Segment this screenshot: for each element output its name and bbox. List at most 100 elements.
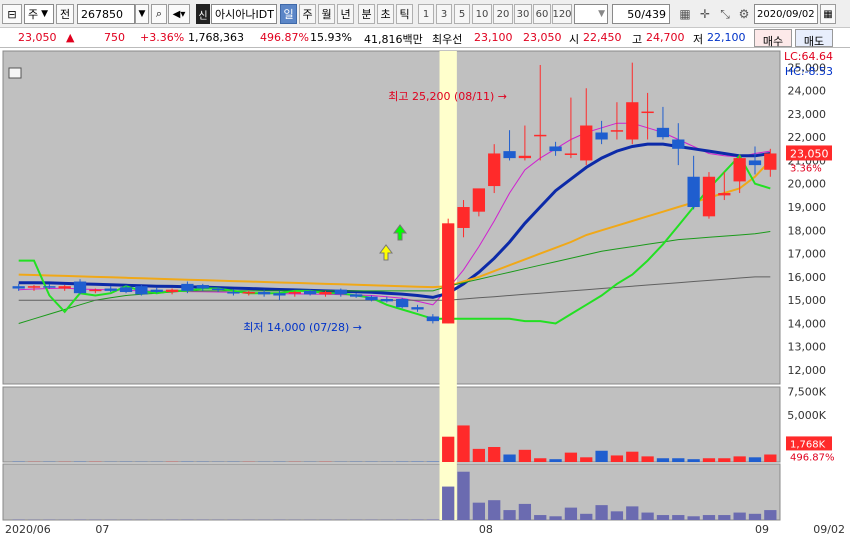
best-ask: 23,100 <box>474 31 513 44</box>
period-day[interactable]: 일 <box>280 4 297 24</box>
candle-body <box>227 292 239 294</box>
indicator-bar <box>734 513 746 520</box>
speaker-icon[interactable]: ◀▾ <box>168 4 190 24</box>
candle-body <box>381 299 393 301</box>
volume-bar <box>503 455 515 463</box>
candle-body <box>580 126 592 161</box>
indicator-bar <box>641 513 653 520</box>
candle-body <box>549 146 561 151</box>
panel-menu-icon <box>9 68 21 78</box>
indicator-bar <box>687 516 699 520</box>
volume-bar <box>687 459 699 462</box>
indicator-bar <box>442 487 454 520</box>
period-minute[interactable]: 분 <box>358 4 375 24</box>
y-axis-tick: 16,000 <box>788 271 827 284</box>
period-tick[interactable]: 틱 <box>396 4 413 24</box>
buy-button[interactable]: 매수 <box>754 29 792 47</box>
best-ask-label: 최우선 <box>432 31 462 47</box>
period-week[interactable]: 주 <box>299 4 316 24</box>
type-button[interactable]: 전 <box>56 4 74 24</box>
buy-label: 매수 <box>763 33 783 49</box>
interval-120[interactable]: 120 <box>552 4 572 24</box>
code-input[interactable]: 267850 <box>77 4 135 24</box>
interval-label: 120 <box>552 9 571 20</box>
interval-5[interactable]: 5 <box>454 4 470 24</box>
count-input[interactable]: 50/439 <box>612 4 670 24</box>
y-axis-tick: 17,000 <box>788 248 827 261</box>
volume-bar <box>626 452 638 462</box>
candle-body <box>503 151 515 158</box>
interval-10[interactable]: 10 <box>472 4 492 24</box>
candle-body <box>166 290 178 292</box>
date-value: 2020/09/02 <box>757 9 815 20</box>
indicator-bar <box>565 508 577 520</box>
stock-chart[interactable]: 25,00024,00023,00022,00021,00020,00019,0… <box>0 48 850 539</box>
period-month[interactable]: 월 <box>318 4 335 24</box>
interval-3[interactable]: 3 <box>436 4 452 24</box>
low-label: 저 <box>693 31 703 47</box>
volume-tick: 5,000K <box>787 409 826 422</box>
indicator-bar <box>626 506 638 520</box>
candle-body <box>89 290 101 292</box>
volume-bar <box>641 456 653 462</box>
y-axis-tick: 14,000 <box>788 317 827 330</box>
layout-icon[interactable]: ⊟ <box>2 4 22 24</box>
interval-label: 3 <box>441 9 447 20</box>
volume-tick: 7,500K <box>787 386 826 399</box>
candle-body <box>626 102 638 139</box>
candle-body <box>335 290 347 295</box>
code-dropdown-icon[interactable]: ▼ <box>135 4 149 24</box>
volume-bar <box>457 425 469 462</box>
date-input[interactable]: 2020/09/02 <box>754 4 818 24</box>
candle-body <box>258 292 270 294</box>
candle-body <box>43 286 55 288</box>
custom-interval-select[interactable]: ▼ <box>574 4 608 24</box>
search-icon[interactable]: ⌕ <box>151 4 167 24</box>
chart-area[interactable]: 25,00024,00023,00022,00021,00020,00019,0… <box>0 48 850 539</box>
interval-60[interactable]: 60 <box>533 4 551 24</box>
y-axis-tick: 23,000 <box>788 108 827 121</box>
price-tag: 23,050 <box>790 147 829 160</box>
x-axis-label: 09 <box>755 523 769 536</box>
candle-body <box>534 135 546 137</box>
period-year[interactable]: 년 <box>337 4 354 24</box>
volume-bar <box>764 455 776 463</box>
candle-body <box>289 292 301 294</box>
settings-icon[interactable]: ⚙ <box>735 4 753 24</box>
period-second[interactable]: 초 <box>377 4 394 24</box>
candle-body <box>28 286 40 288</box>
candle-body <box>764 153 776 169</box>
interval-20[interactable]: 20 <box>493 4 513 24</box>
candle-body <box>120 287 132 292</box>
crosshair-icon[interactable]: ✛ <box>696 4 714 24</box>
candle-body <box>13 286 25 288</box>
stock-name: 아시아나IDT <box>211 4 277 24</box>
interval-30[interactable]: 30 <box>514 4 532 24</box>
candle-body <box>105 289 117 291</box>
stock-name-label: 아시아나IDT <box>215 6 274 22</box>
calendar-icon[interactable]: ▦ <box>820 4 836 24</box>
indicator-bar <box>534 515 546 520</box>
zoom-icon[interactable]: ⤡ <box>716 4 734 24</box>
candle-body <box>657 128 669 137</box>
current-price: 23,050 <box>18 31 57 44</box>
y-axis-tick: 24,000 <box>788 85 827 98</box>
market-select[interactable]: 주▼ <box>24 4 54 24</box>
volume-bar <box>473 449 485 462</box>
candle-body <box>641 112 653 114</box>
y-axis-tick: 12,000 <box>788 364 827 377</box>
x-axis-label: 09/02 <box>813 523 845 536</box>
sell-button[interactable]: 매도 <box>795 29 833 47</box>
quote-bar: 23,050 ▲ 750 +3.36% 1,768,363 496.87% 15… <box>0 28 850 48</box>
new-listing-badge: 신 <box>196 4 210 24</box>
volume-bar <box>657 458 669 462</box>
grid-icon[interactable]: ▦ <box>676 4 694 24</box>
interval-1[interactable]: 1 <box>418 4 434 24</box>
candle-body <box>411 307 423 309</box>
volume-bar <box>580 457 592 462</box>
candle-body <box>427 316 439 321</box>
period-label: 주 <box>302 6 312 22</box>
indicator-bar <box>488 500 500 520</box>
x-axis-label: 07 <box>95 523 109 536</box>
candle-body <box>135 286 147 294</box>
